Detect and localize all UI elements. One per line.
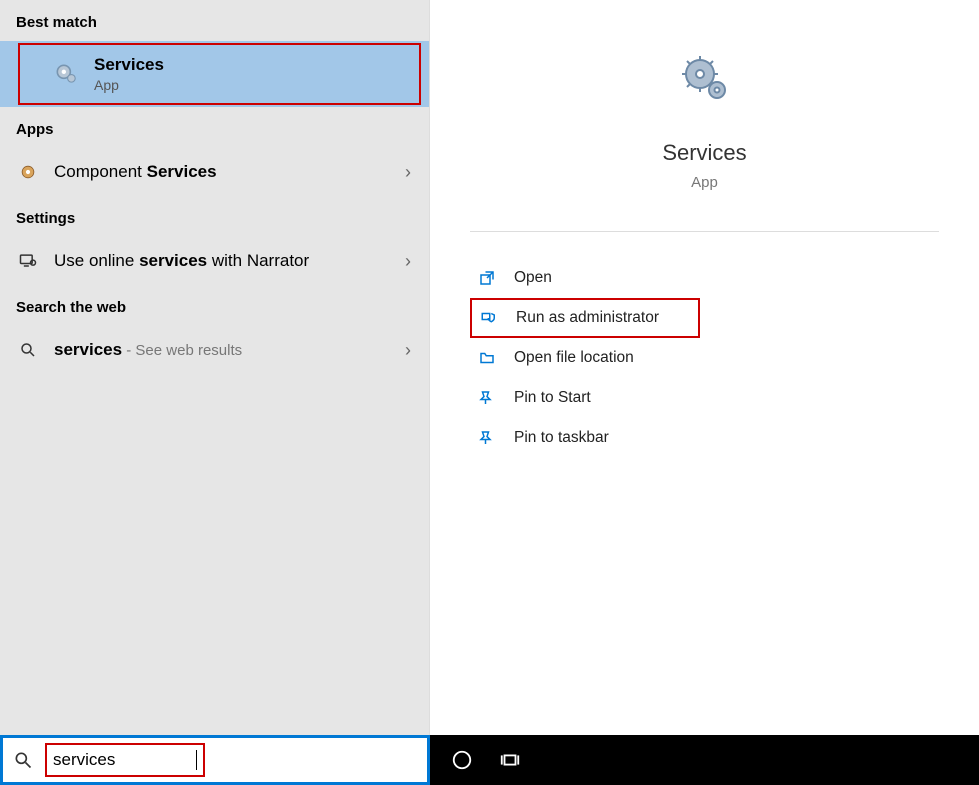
action-pin-to-taskbar[interactable]: Pin to taskbar [470, 418, 979, 458]
divider [470, 231, 939, 232]
web-item-label: services - See web results [54, 340, 413, 360]
chevron-right-icon[interactable]: › [405, 251, 411, 272]
web-item-services[interactable]: services - See web results › [0, 326, 429, 374]
action-label: Open [514, 269, 552, 287]
search-results-panel: Best match Services App Apps Component S… [0, 0, 430, 735]
web-header: Search the web [0, 285, 429, 326]
settings-header: Settings [0, 196, 429, 237]
search-input[interactable]: services [53, 750, 196, 770]
shield-icon [478, 307, 500, 329]
component-services-icon [16, 160, 40, 184]
best-match-title: Services [94, 55, 164, 75]
pin-icon [476, 387, 498, 409]
search-icon [13, 750, 33, 770]
apps-item-label: Component Services [54, 162, 413, 182]
chevron-right-icon[interactable]: › [405, 162, 411, 183]
open-icon [476, 267, 498, 289]
best-match-services[interactable]: Services App [18, 43, 421, 105]
monitor-online-icon [16, 249, 40, 273]
gear-icon [52, 60, 80, 88]
preview-panel: Services App Open Run as administrator O… [430, 0, 979, 735]
action-open-file-location[interactable]: Open file location [470, 338, 979, 378]
action-label: Run as administrator [516, 309, 659, 327]
action-label: Pin to taskbar [514, 429, 609, 447]
best-match-subtitle: App [94, 77, 164, 93]
search-icon [16, 338, 40, 362]
settings-item-narrator[interactable]: Use online services with Narrator › [0, 237, 429, 285]
apps-header: Apps [0, 107, 429, 148]
chevron-right-icon[interactable]: › [405, 340, 411, 361]
pin-icon [476, 427, 498, 449]
action-label: Open file location [514, 349, 634, 367]
action-pin-to-start[interactable]: Pin to Start [470, 378, 979, 418]
folder-icon [476, 347, 498, 369]
apps-item-component-services[interactable]: Component Services › [0, 148, 429, 196]
preview-title: Services [430, 140, 979, 166]
action-open[interactable]: Open [470, 258, 979, 298]
best-match-header: Best match [0, 0, 429, 41]
task-view-button[interactable] [486, 736, 534, 784]
preview-subtitle: App [430, 174, 979, 191]
settings-item-label: Use online services with Narrator [54, 251, 413, 271]
gear-icon [675, 50, 735, 110]
taskbar-search-box[interactable]: services [0, 735, 430, 785]
cortana-button[interactable] [438, 736, 486, 784]
action-run-as-administrator[interactable]: Run as administrator [470, 298, 700, 338]
taskbar: services [0, 735, 979, 785]
action-label: Pin to Start [514, 389, 591, 407]
text-cursor [196, 750, 197, 770]
